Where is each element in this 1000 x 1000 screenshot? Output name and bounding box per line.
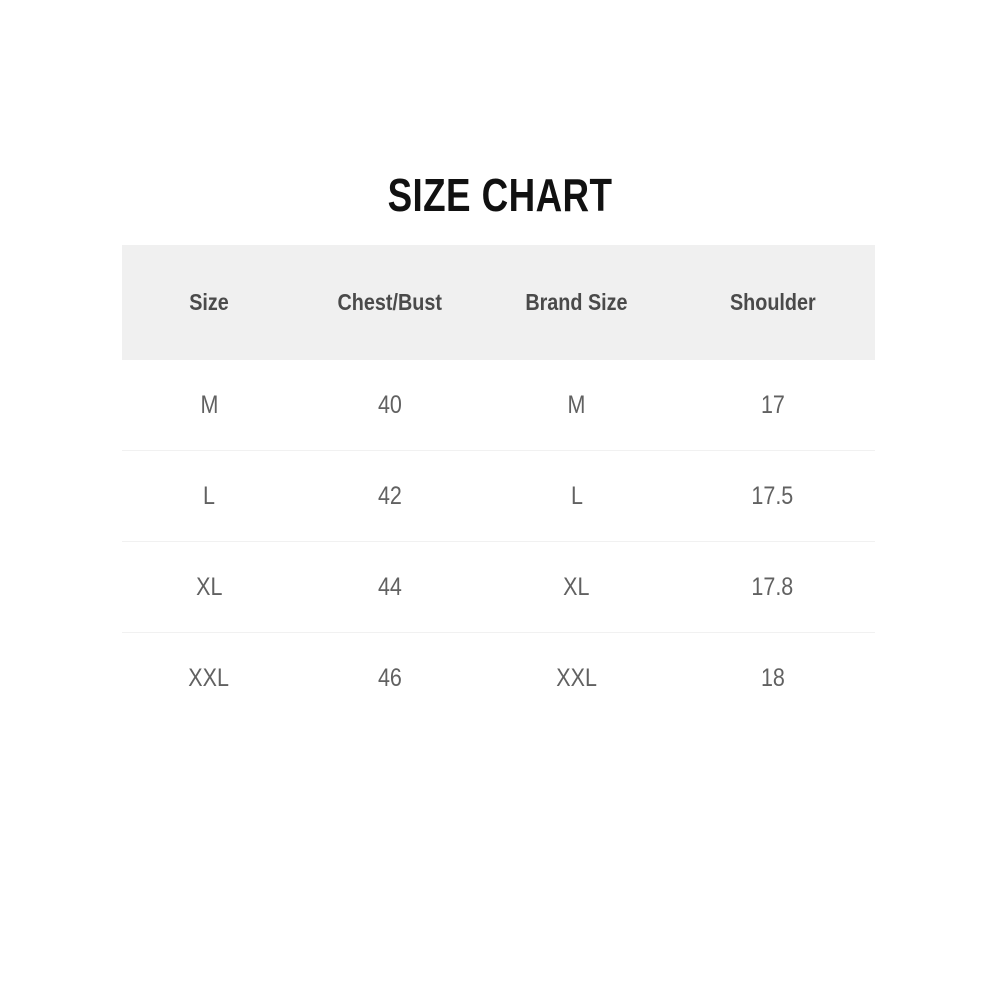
cell-size: XXL [122,632,296,723]
cell-size: L [122,450,296,542]
cell-value: XXL [556,663,597,692]
cell-value: 18 [760,663,785,692]
cell-shoulder: 17.5 [670,450,875,542]
cell-brand-size: M [483,360,670,451]
size-chart-page: SIZE CHART Size Chest/Bust Brand Size Sh… [0,0,1000,1000]
column-header-shoulder: Shoulder [670,245,875,360]
table-row: L 42 L 17.5 [122,450,875,542]
table-row: M 40 M 17 [122,360,875,451]
cell-value: L [570,481,583,510]
cell-value: 44 [377,572,402,601]
cell-value: M [567,390,586,419]
cell-chest-bust: 46 [296,632,483,723]
column-header-size: Size [122,245,296,360]
cell-value: XL [195,572,223,601]
table-body: M 40 M 17 L 42 L 17.5 XL 44 XL 17.8 XXL … [122,360,875,723]
cell-chest-bust: 40 [296,360,483,451]
cell-value: M [200,390,218,419]
cell-value: XL [563,572,590,601]
cell-value: 42 [377,481,402,510]
cell-value: 17.5 [751,481,794,510]
cell-brand-size: XXL [483,632,670,723]
cell-value: 40 [377,390,402,419]
column-header-chest-bust: Chest/Bust [296,245,483,360]
cell-value: 46 [377,663,402,692]
cell-size: XL [122,541,296,633]
cell-shoulder: 17 [670,360,875,451]
cell-value: 17 [760,390,785,419]
column-header-label: Chest/Bust [337,289,442,315]
size-chart-table: Size Chest/Bust Brand Size Shoulder M 40… [122,245,875,723]
column-header-brand-size: Brand Size [483,245,670,360]
cell-chest-bust: 42 [296,450,483,542]
table-row: XL 44 XL 17.8 [122,541,875,633]
cell-shoulder: 17.8 [670,541,875,633]
cell-value: 17.8 [751,572,794,601]
column-header-label: Shoulder [729,289,816,315]
table-row: XXL 46 XXL 18 [122,632,875,723]
column-header-label: Size [189,289,229,315]
cell-shoulder: 18 [670,632,875,723]
cell-brand-size: L [483,450,670,542]
table-header: Size Chest/Bust Brand Size Shoulder [122,245,875,360]
page-title: SIZE CHART [387,169,613,221]
column-header-label: Brand Size [525,289,628,315]
cell-size: M [122,360,296,451]
cell-value: L [203,481,215,510]
cell-chest-bust: 44 [296,541,483,633]
table-header-row: Size Chest/Bust Brand Size Shoulder [122,245,875,360]
cell-value: XXL [188,663,230,692]
cell-brand-size: XL [483,541,670,633]
